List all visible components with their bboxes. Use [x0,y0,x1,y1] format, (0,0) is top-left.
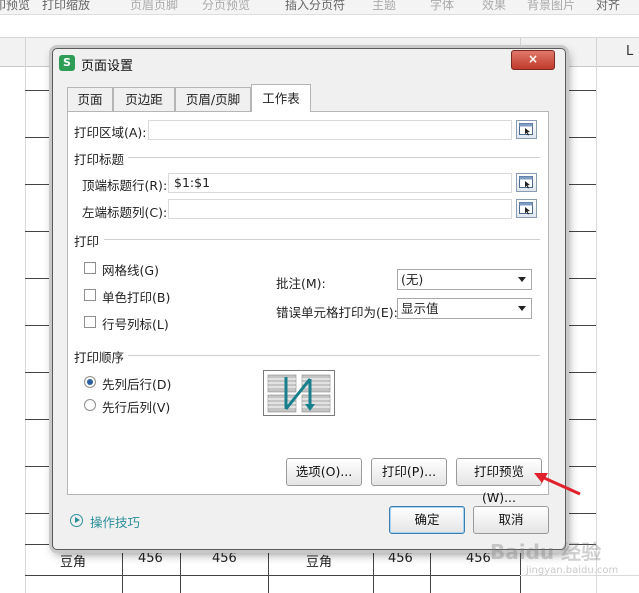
top-title-rows-field[interactable]: $1:$1 [168,173,512,193]
close-button[interactable]: × [511,50,555,70]
formula-bar-area [0,15,639,37]
print-area-label: 打印区域(A): [74,125,147,140]
ribbon-effects[interactable]: 效果 [482,0,506,13]
left-title-cols-field[interactable] [168,199,512,219]
cell-errors-label: 错误单元格打印为(E): [276,305,398,320]
ribbon-font[interactable]: 字体 [430,0,454,13]
table-cell[interactable]: 豆角 [306,551,332,570]
ok-button[interactable]: 确定 [389,506,465,534]
gridlines-label[interactable]: 网格线(G) [102,260,159,279]
row-col-headings-label[interactable]: 行号列标(L) [102,314,169,333]
cell-errors-select[interactable]: 显示值 [397,298,532,319]
dialog-title: 页面设置 [81,59,134,74]
left-title-cols-label: 左端标题列(C): [82,205,168,220]
grid-line [596,66,597,593]
ribbon-print-preview[interactable]: 印预览 [0,0,30,13]
worksheet-panel: 打印区域(A): 打印标题 顶端标题行(R): $1:$1 左端标题列(C): … [67,111,549,505]
print-area-field[interactable] [148,120,512,140]
watermark-logo: Baidu 经验 [490,540,602,564]
down-then-over-label[interactable]: 先列后行(D) [102,374,171,393]
watermark-url: jingyan.baidu.com [526,565,619,576]
ribbon-insert-page-break[interactable]: 插入分页符 [285,0,345,13]
section-divider [128,355,540,356]
over-then-down-label[interactable]: 先行后列(V) [102,397,170,416]
table-cell[interactable]: 456 [388,551,413,566]
annotation-arrow-icon [534,473,581,496]
cancel-button[interactable]: 取消 [473,506,549,534]
over-then-down-radio[interactable] [84,399,96,411]
ribbon-toolbar: 印预览 打印缩放 页眉页脚 分页预览 插入分页符 主题 字体 效果 背景图片 对… [0,0,639,15]
mono-print-checkbox[interactable] [84,289,96,301]
mono-print-label[interactable]: 单色打印(B) [102,287,170,306]
page-order-preview-icon [263,370,335,416]
ribbon-background-image[interactable]: 背景图片 [527,0,575,13]
print-titles-section-label: 打印标题 [74,152,125,167]
column-divider [25,38,26,66]
ribbon-print-scale[interactable]: 打印缩放 [42,0,90,13]
top-title-rows-label: 顶端标题行(R): [82,178,168,193]
ribbon-theme[interactable]: 主题 [372,0,396,13]
play-circle-icon[interactable] [70,514,83,527]
ribbon-align[interactable]: 对齐 [596,0,620,13]
options-button[interactable]: 选项(O)... [286,458,362,486]
page-order-section-label: 打印顺序 [74,350,125,365]
top-rows-picker-button[interactable] [516,173,537,192]
chevron-down-icon [518,277,526,282]
comments-select-value: (无) [401,272,424,287]
comments-label: 批注(M): [276,276,326,291]
print-area-picker-button[interactable] [516,120,537,139]
ribbon-header-footer[interactable]: 页眉页脚 [130,0,178,13]
table-cell[interactable]: 豆角 [60,551,86,570]
dialog-titlebar[interactable]: S 页面设置 × [53,49,565,77]
range-select-icon [519,202,533,215]
range-select-icon [519,123,533,136]
range-select-icon [519,176,533,189]
column-header-L[interactable]: L [626,44,633,59]
print-section-label: 打印 [74,234,100,249]
section-divider [128,157,540,158]
row-col-headings-checkbox[interactable] [84,316,96,328]
table-cell[interactable]: 456 [466,551,491,566]
chevron-down-icon [518,306,526,311]
grid-line [25,575,596,576]
tab-margins[interactable]: 页边距 [113,87,175,111]
cell-errors-select-value: 显示值 [401,301,439,316]
tab-worksheet[interactable]: 工作表 [251,84,311,112]
down-then-over-radio[interactable] [84,376,96,388]
wps-app-icon: S [59,55,75,71]
table-cell[interactable]: 456 [212,551,237,566]
section-divider [104,239,540,240]
comments-select[interactable]: (无) [397,269,532,290]
gridlines-checkbox[interactable] [84,262,96,274]
tips-link[interactable]: 操作技巧 [90,512,140,531]
table-cell[interactable]: 456 [138,551,163,566]
page-setup-dialog: S 页面设置 × 页面 页边距 页眉/页脚 工作表 打印区域(A): 打印标题 … [52,48,566,550]
tab-page[interactable]: 页面 [67,87,113,111]
left-cols-picker-button[interactable] [516,199,537,218]
print-button[interactable]: 打印(P)... [371,458,447,486]
tab-header-footer[interactable]: 页眉/页脚 [175,87,251,111]
column-divider [596,38,597,66]
close-icon: × [527,52,539,66]
ribbon-page-break-preview[interactable]: 分页预览 [202,0,250,13]
